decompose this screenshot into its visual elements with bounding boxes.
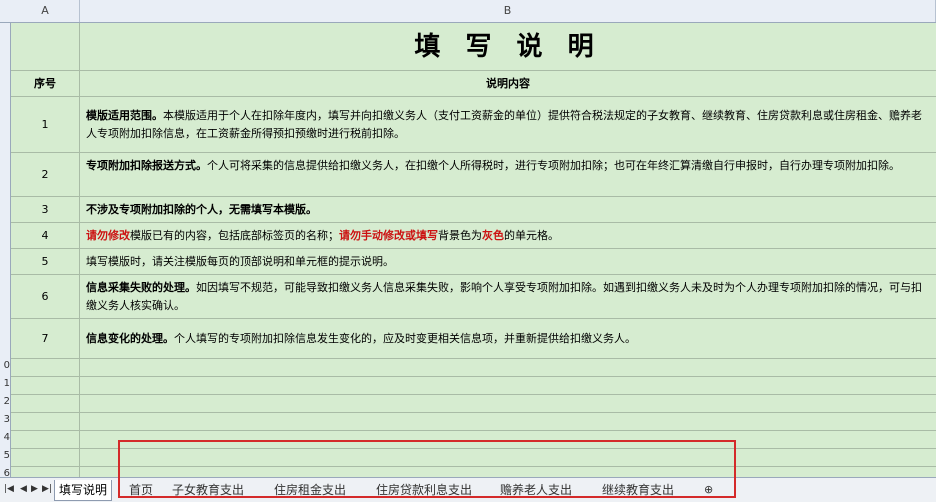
sheet-title[interactable]: 填 写 说 明 (80, 23, 936, 71)
row-number-cell[interactable]: 1 (11, 97, 80, 153)
column-header-b[interactable]: B (80, 0, 936, 22)
empty-cell[interactable] (11, 395, 80, 413)
content-text: 模版已有的内容，包括底部标签页的名称； (130, 229, 339, 242)
content-text: 个人填写的专项附加扣除信息发生变化的，应及时变更相关信息项，并重新提供给扣缴义务… (174, 332, 636, 345)
content-cell[interactable]: 模版适用范围。本模版适用于个人在扣除年度内，填写并向扣缴义务人（支付工资薪金的单… (80, 97, 936, 153)
content-text: 本模版适用于个人在扣除年度内，填写并向扣缴义务人（支付工资薪金的单位）提供符合税… (86, 109, 922, 140)
warning-text: 灰色 (482, 229, 504, 242)
content-text: 如因填写不规范，可能导致扣缴义务人信息采集失败，影响个人享受专项附加扣除。如遇到… (86, 281, 922, 312)
row-number[interactable]: 4 (0, 432, 10, 443)
bold-heading: 模版适用范围。 (86, 109, 163, 122)
content-cell[interactable]: 请勿修改模版已有的内容，包括底部标签页的名称；请勿手动修改或填写背景色为灰色的单… (80, 223, 936, 249)
empty-cell[interactable] (80, 377, 936, 395)
title-cell-a[interactable] (11, 23, 80, 71)
empty-cell[interactable] (11, 431, 80, 449)
row-number-cell[interactable]: 4 (11, 223, 80, 249)
content-text: 个人可将采集的信息提供给扣缴义务人，在扣缴个人所得税时，进行专项附加扣除；也可在… (207, 159, 900, 172)
row-number[interactable]: 2 (0, 396, 10, 407)
empty-cell[interactable] (80, 395, 936, 413)
empty-cell[interactable] (11, 449, 80, 467)
empty-cell[interactable] (11, 467, 80, 477)
empty-cell[interactable] (80, 359, 936, 377)
last-sheet-icon[interactable]: ▶| (42, 484, 52, 494)
content-cell[interactable]: 填写模版时，请关注模版每页的顶部说明和单元框的提示说明。 (80, 249, 936, 275)
empty-cell[interactable] (80, 413, 936, 431)
first-sheet-icon[interactable]: |◀ (4, 484, 14, 494)
column-header-a[interactable]: A (11, 0, 80, 22)
highlight-box (118, 440, 736, 498)
header-number[interactable]: 序号 (11, 71, 80, 97)
row-number-cell[interactable]: 2 (11, 153, 80, 197)
header-content[interactable]: 说明内容 (80, 71, 936, 97)
spreadsheet-grid: 填 写 说 明 序号 说明内容 1 模版适用范围。本模版适用于个人在扣除年度内，… (11, 23, 936, 477)
bold-heading: 信息变化的处理。 (86, 332, 174, 345)
empty-cell[interactable] (11, 359, 80, 377)
bold-heading: 专项附加扣除报送方式。 (86, 159, 207, 172)
sheet-tab[interactable]: 填写说明 (54, 480, 113, 501)
row-number[interactable]: 1 (0, 378, 10, 389)
content-text: 背景色为 (438, 229, 482, 242)
prev-sheet-icon[interactable]: ◀ (20, 484, 27, 494)
row-number[interactable]: 0 (0, 360, 10, 371)
empty-cell[interactable] (11, 377, 80, 395)
next-sheet-icon[interactable]: ▶ (31, 484, 38, 494)
row-number-cell[interactable]: 6 (11, 275, 80, 319)
row-number-cell[interactable]: 7 (11, 319, 80, 359)
row-number-cell[interactable]: 3 (11, 197, 80, 223)
empty-cell[interactable] (11, 413, 80, 431)
row-number-cell[interactable]: 5 (11, 249, 80, 275)
bold-heading: 信息采集失败的处理。 (86, 281, 196, 294)
column-header-bar: A B (0, 0, 936, 23)
row-number[interactable]: 3 (0, 414, 10, 425)
row-header-gutter: 0 1 2 3 4 5 6 (0, 23, 11, 479)
content-cell[interactable]: 不涉及专项附加扣除的个人，无需填写本模版。 (80, 197, 936, 223)
warning-text: 请勿手动修改或填写 (339, 229, 438, 242)
content-cell[interactable]: 信息变化的处理。个人填写的专项附加扣除信息发生变化的，应及时变更相关信息项，并重… (80, 319, 936, 359)
content-cell[interactable]: 专项附加扣除报送方式。个人可将采集的信息提供给扣缴义务人，在扣缴个人所得税时，进… (80, 153, 936, 197)
content-cell[interactable]: 信息采集失败的处理。如因填写不规范，可能导致扣缴义务人信息采集失败，影响个人享受… (80, 275, 936, 319)
content-text: 的单元格。 (504, 229, 559, 242)
warning-text: 请勿修改 (86, 229, 130, 242)
row-number[interactable]: 5 (0, 450, 10, 461)
